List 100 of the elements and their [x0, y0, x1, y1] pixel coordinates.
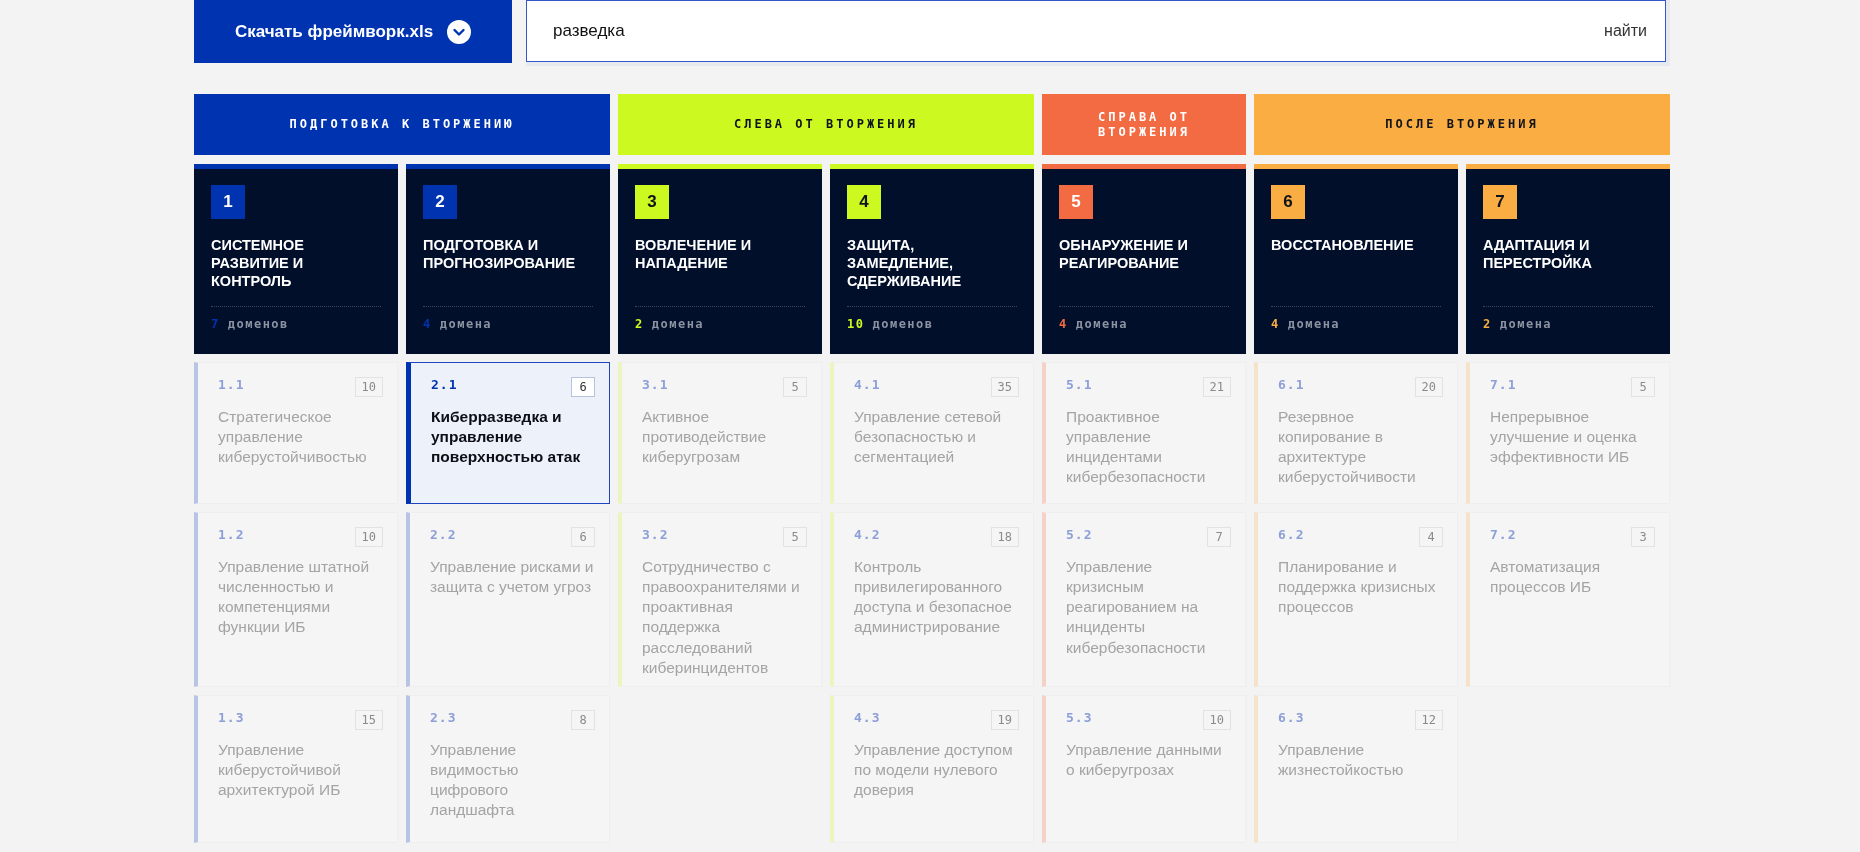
domain-code: 7.2 — [1490, 527, 1517, 542]
stage-card[interactable]: 4 ЗАЩИТА, ЗАМЕДЛЕНИЕ, СДЕРЖИВАНИЕ 10 доменов — [830, 164, 1034, 354]
domain-count: 2 — [1483, 317, 1492, 331]
domain-title: Управление видимостью цифрового ландшафта — [430, 740, 520, 821]
domain-code: 5.2 — [1066, 527, 1093, 542]
domain-card[interactable]: 5.2 7 Управление кризисным реагированием на инциденты кибербезопасности — [1042, 512, 1246, 687]
domain-card[interactable]: 2.2 6 Управление рисками и защита с учетом угроз — [406, 512, 610, 687]
phase-header: ПОСЛЕ ВТОРЖЕНИЯ — [1254, 94, 1670, 155]
domain-count-label: домена — [1075, 317, 1129, 331]
domain-card[interactable]: 3.1 5 Активное противодействие киберугрозам — [618, 362, 822, 504]
phase-header: ПОДГОТОВКА К ВТОРЖЕНИЮ — [194, 94, 610, 155]
count-badge: 21 — [1202, 377, 1231, 397]
domain-count: 4 — [423, 317, 432, 331]
domain-card[interactable]: 6.3 12 Управление жизнестойкостью — [1254, 695, 1458, 843]
domain-title: Резервное копирование в архитектуре киберустойчивости — [1278, 407, 1417, 488]
domain-card[interactable]: 6.1 20 Резервное копирование в архитектуре киберустойчивости — [1254, 362, 1458, 504]
domain-count: 4 — [1059, 317, 1068, 331]
domain-card[interactable]: 6.2 4 Планирование и поддержка кризисных процессов — [1254, 512, 1458, 687]
domain-card[interactable]: 2.1 6 Киберразведка и управление поверхностью атак — [406, 362, 610, 504]
search-button[interactable]: найти — [1600, 18, 1651, 44]
download-button[interactable]: Скачать фреймворк.xls — [194, 0, 512, 63]
domain-title: Планирование и поддержка кризисных процессов — [1278, 557, 1437, 618]
domain-title: Управление киберустойчивой архитектурой ИБ — [218, 740, 342, 801]
domain-count-label: домена — [1287, 317, 1341, 331]
domain-code: 6.1 — [1278, 377, 1305, 392]
domain-count-label: доменов — [227, 317, 289, 331]
domain-code: 2.1 — [431, 377, 458, 392]
domain-title: Непрерывное улучшение и оценка эффективности ИБ — [1490, 407, 1638, 468]
count-badge: 5 — [783, 527, 807, 547]
count-badge: 4 — [1419, 527, 1443, 547]
count-badge: 19 — [990, 710, 1019, 730]
domain-title: Активное противодействие киберугрозам — [642, 407, 768, 468]
count-badge: 6 — [571, 527, 595, 547]
count-badge: 8 — [571, 710, 595, 730]
domain-title: Стратегическое управление киберустойчивостью — [218, 407, 368, 468]
stage-number: 3 — [635, 185, 669, 219]
count-badge: 10 — [1202, 710, 1231, 730]
stage-number: 4 — [847, 185, 881, 219]
stage-card[interactable]: 3 ВОВЛЕЧЕНИЕ И НАПАДЕНИЕ 2 домена — [618, 164, 822, 354]
domain-title: Управление доступом по модели нулевого доверия — [854, 740, 1014, 801]
domain-card[interactable]: 2.3 8 Управление видимостью цифрового ландшафта — [406, 695, 610, 843]
stage-card[interactable]: 6 ВОССТАНОВЛЕНИЕ 4 домена — [1254, 164, 1458, 354]
domain-count: 10 — [847, 317, 865, 331]
domain-card[interactable]: 4.2 18 Контроль привилегированного доступа и безопасное администрирование — [830, 512, 1034, 687]
domain-card[interactable]: 1.2 10 Управление штатной численностью и компетенциями функции ИБ — [194, 512, 398, 687]
count-badge: 10 — [354, 527, 383, 547]
domain-title: Управление штатной численностью и компетенциями функции ИБ — [218, 557, 371, 638]
domain-count-label: доменов — [872, 317, 934, 331]
domain-count: 7 — [211, 317, 220, 331]
stage-title: СИСТЕМНОЕ РАЗВИТИЕ И КОНТРОЛЬ — [211, 236, 306, 292]
domain-card[interactable]: 3.2 5 Сотрудничество с правоохранителями и проактивная поддержка расследований киберинцидентов — [618, 512, 822, 687]
search-field[interactable]: разведка найти — [526, 0, 1666, 62]
domain-code: 4.3 — [854, 710, 881, 725]
count-badge: 20 — [1414, 377, 1443, 397]
stage-number: 5 — [1059, 185, 1093, 219]
domain-card[interactable]: 1.3 15 Управление киберустойчивой архитектурой ИБ — [194, 695, 398, 843]
stage-title: ОБНАРУЖЕНИЕ И РЕАГИРОВАНИЕ — [1059, 236, 1189, 274]
domain-card[interactable]: 5.1 21 Проактивное управление инцидентами кибербезопасности — [1042, 362, 1246, 504]
domain-count-label: домена — [439, 317, 493, 331]
domain-card[interactable]: 7.2 3 Автоматизация процессов ИБ — [1466, 512, 1670, 687]
stage-title: ЗАЩИТА, ЗАМЕДЛЕНИЕ, СДЕРЖИВАНИЕ — [847, 236, 963, 292]
domain-code: 5.3 — [1066, 710, 1093, 725]
domain-card[interactable]: 4.1 35 Управление сетевой безопасностью и сегментацией — [830, 362, 1034, 504]
stage-number: 1 — [211, 185, 245, 219]
domain-title: Контроль привилегированного доступа и безопасное администрирование — [854, 557, 1013, 638]
phase-header: СПРАВА ОТ ВТОРЖЕНИЯ — [1042, 94, 1246, 155]
domain-card[interactable]: 5.3 10 Управление данными о киберугрозах — [1042, 695, 1246, 843]
domain-code: 6.2 — [1278, 527, 1305, 542]
domain-code: 2.2 — [430, 527, 457, 542]
domain-card[interactable]: 7.1 5 Непрерывное улучшение и оценка эффективности ИБ — [1466, 362, 1670, 504]
stage-number: 6 — [1271, 185, 1305, 219]
stage-title: ВОВЛЕЧЕНИЕ И НАПАДЕНИЕ — [635, 236, 753, 274]
stage-card[interactable]: 1 СИСТЕМНОЕ РАЗВИТИЕ И КОНТРОЛЬ 7 доменов — [194, 164, 398, 354]
domain-count: 4 — [1271, 317, 1280, 331]
domain-count: 2 — [635, 317, 644, 331]
domain-code: 1.2 — [218, 527, 245, 542]
phase-header: СЛЕВА ОТ ВТОРЖЕНИЯ — [618, 94, 1034, 155]
domain-card[interactable]: 4.3 19 Управление доступом по модели нулевого доверия — [830, 695, 1034, 843]
stage-number: 2 — [423, 185, 457, 219]
domain-code: 1.1 — [218, 377, 245, 392]
domain-code: 6.3 — [1278, 710, 1305, 725]
count-badge: 7 — [1207, 527, 1231, 547]
stage-card[interactable]: 2 ПОДГОТОВКА И ПРОГНОЗИРОВАНИЕ 4 домена — [406, 164, 610, 354]
domain-title: Сотрудничество с правоохранителями и проактивная поддержка расследований киберинцидентов — [642, 557, 801, 678]
domain-title: Управление рисками и защита с учетом угроз — [430, 557, 595, 598]
domain-title: Проактивное управление инцидентами кибербезопасности — [1066, 407, 1207, 488]
stage-title: ПОДГОТОВКА И ПРОГНОЗИРОВАНИЕ — [423, 236, 577, 274]
stage-title: АДАПТАЦИЯ И ПЕРЕСТРОЙКА — [1483, 236, 1593, 274]
domain-count-label: домена — [651, 317, 705, 331]
stage-card[interactable]: 5 ОБНАРУЖЕНИЕ И РЕАГИРОВАНИЕ 4 домена — [1042, 164, 1246, 354]
stage-number: 7 — [1483, 185, 1517, 219]
count-badge: 35 — [990, 377, 1019, 397]
domain-title: Автоматизация процессов ИБ — [1490, 557, 1602, 598]
domain-card[interactable]: 1.1 10 Стратегическое управление киберустойчивостью — [194, 362, 398, 504]
domain-count-label: домена — [1499, 317, 1553, 331]
domain-title: Управление жизнестойкостью — [1278, 740, 1405, 781]
stage-card[interactable]: 7 АДАПТАЦИЯ И ПЕРЕСТРОЙКА 2 домена — [1466, 164, 1670, 354]
count-badge: 3 — [1631, 527, 1655, 547]
count-badge: 5 — [1631, 377, 1655, 397]
domain-title: Киберразведка и управление поверхностью атак — [431, 407, 582, 468]
